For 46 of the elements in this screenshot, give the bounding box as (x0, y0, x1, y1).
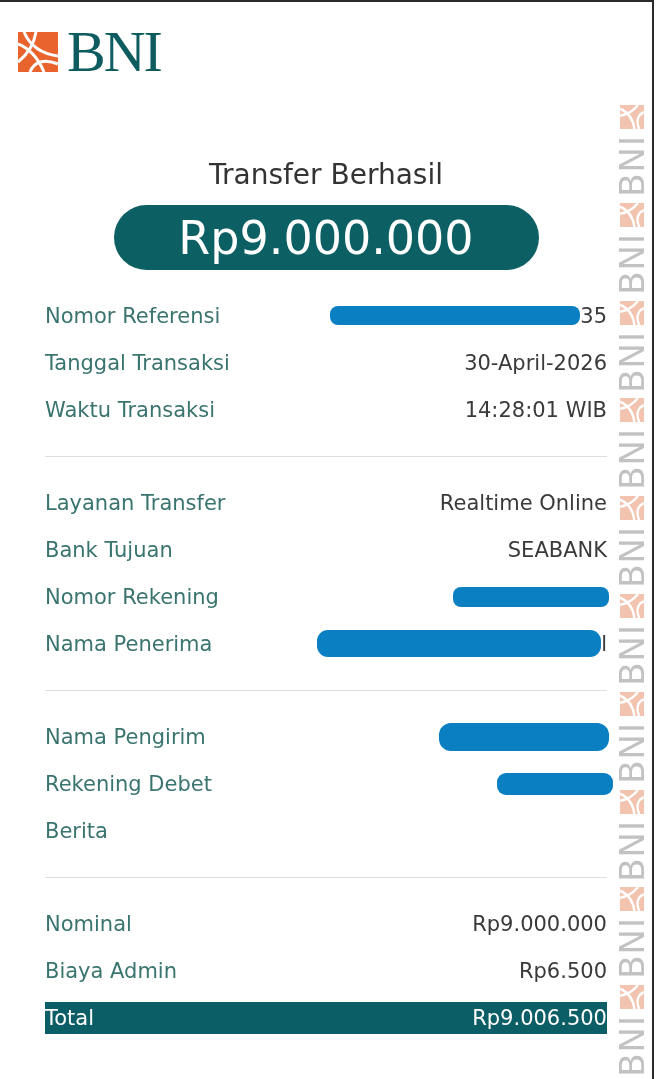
field-label: Berita (45, 818, 108, 843)
pattern-text: BNI (617, 721, 647, 784)
field-value: Rp9.000.000 (472, 911, 607, 936)
field-label: Nomor Rekening (45, 584, 219, 609)
field-value: 35 (580, 303, 607, 328)
field-label: Rekening Debet (45, 771, 212, 796)
amount-banner: Rp9.000.000 (113, 205, 539, 270)
pattern-text: BNI (617, 917, 647, 980)
pattern-text: BNI (617, 526, 647, 588)
field-label: Bank Tujuan (45, 537, 173, 562)
pattern-text: BNI (617, 428, 647, 491)
pattern-text: BNI (617, 135, 647, 197)
logo-icon (18, 32, 58, 72)
field-label: Tanggal Transaksi (45, 350, 230, 375)
pattern-text: BNI (617, 624, 647, 686)
field-value: l (601, 631, 607, 656)
logo-icon (620, 887, 644, 912)
field-value: 30-April-2026 (464, 350, 607, 375)
pattern-text: BNI (617, 232, 647, 295)
status-title: Transfer Berhasil (209, 158, 443, 192)
pattern-text: BNI (617, 330, 647, 393)
pattern-text: BNI (617, 1015, 647, 1077)
field-label: Nomor Referensi (45, 303, 221, 328)
pattern-text: BNI (617, 819, 647, 882)
logo-icon (620, 985, 644, 1010)
logo-icon (620, 594, 644, 618)
field-value: Rp9.006.500 (472, 1006, 607, 1030)
field-value: 14:28:01 WIB (464, 397, 607, 422)
field-label: Biaya Admin (45, 958, 177, 983)
field-value: Realtime Online (439, 490, 607, 515)
logo-icon (620, 789, 644, 814)
logo-icon (620, 398, 644, 423)
logo-icon (620, 105, 644, 129)
field-label: Nama Pengirim (45, 724, 206, 749)
field-label: Nominal (45, 911, 132, 936)
field-label: Nama Penerima (45, 631, 213, 656)
field-value: Rp6.500 (518, 958, 607, 983)
logo-icon (620, 496, 644, 521)
field-label: Waktu Transaksi (45, 397, 215, 422)
logo-icon (620, 202, 644, 227)
field-value: SEABANK (507, 537, 607, 562)
field-label: Layanan Transfer (45, 490, 226, 515)
logo-icon (620, 691, 644, 716)
field-label: Total (45, 1006, 95, 1030)
brand-wordmark: BNI (67, 32, 161, 72)
logo-icon (620, 300, 644, 325)
